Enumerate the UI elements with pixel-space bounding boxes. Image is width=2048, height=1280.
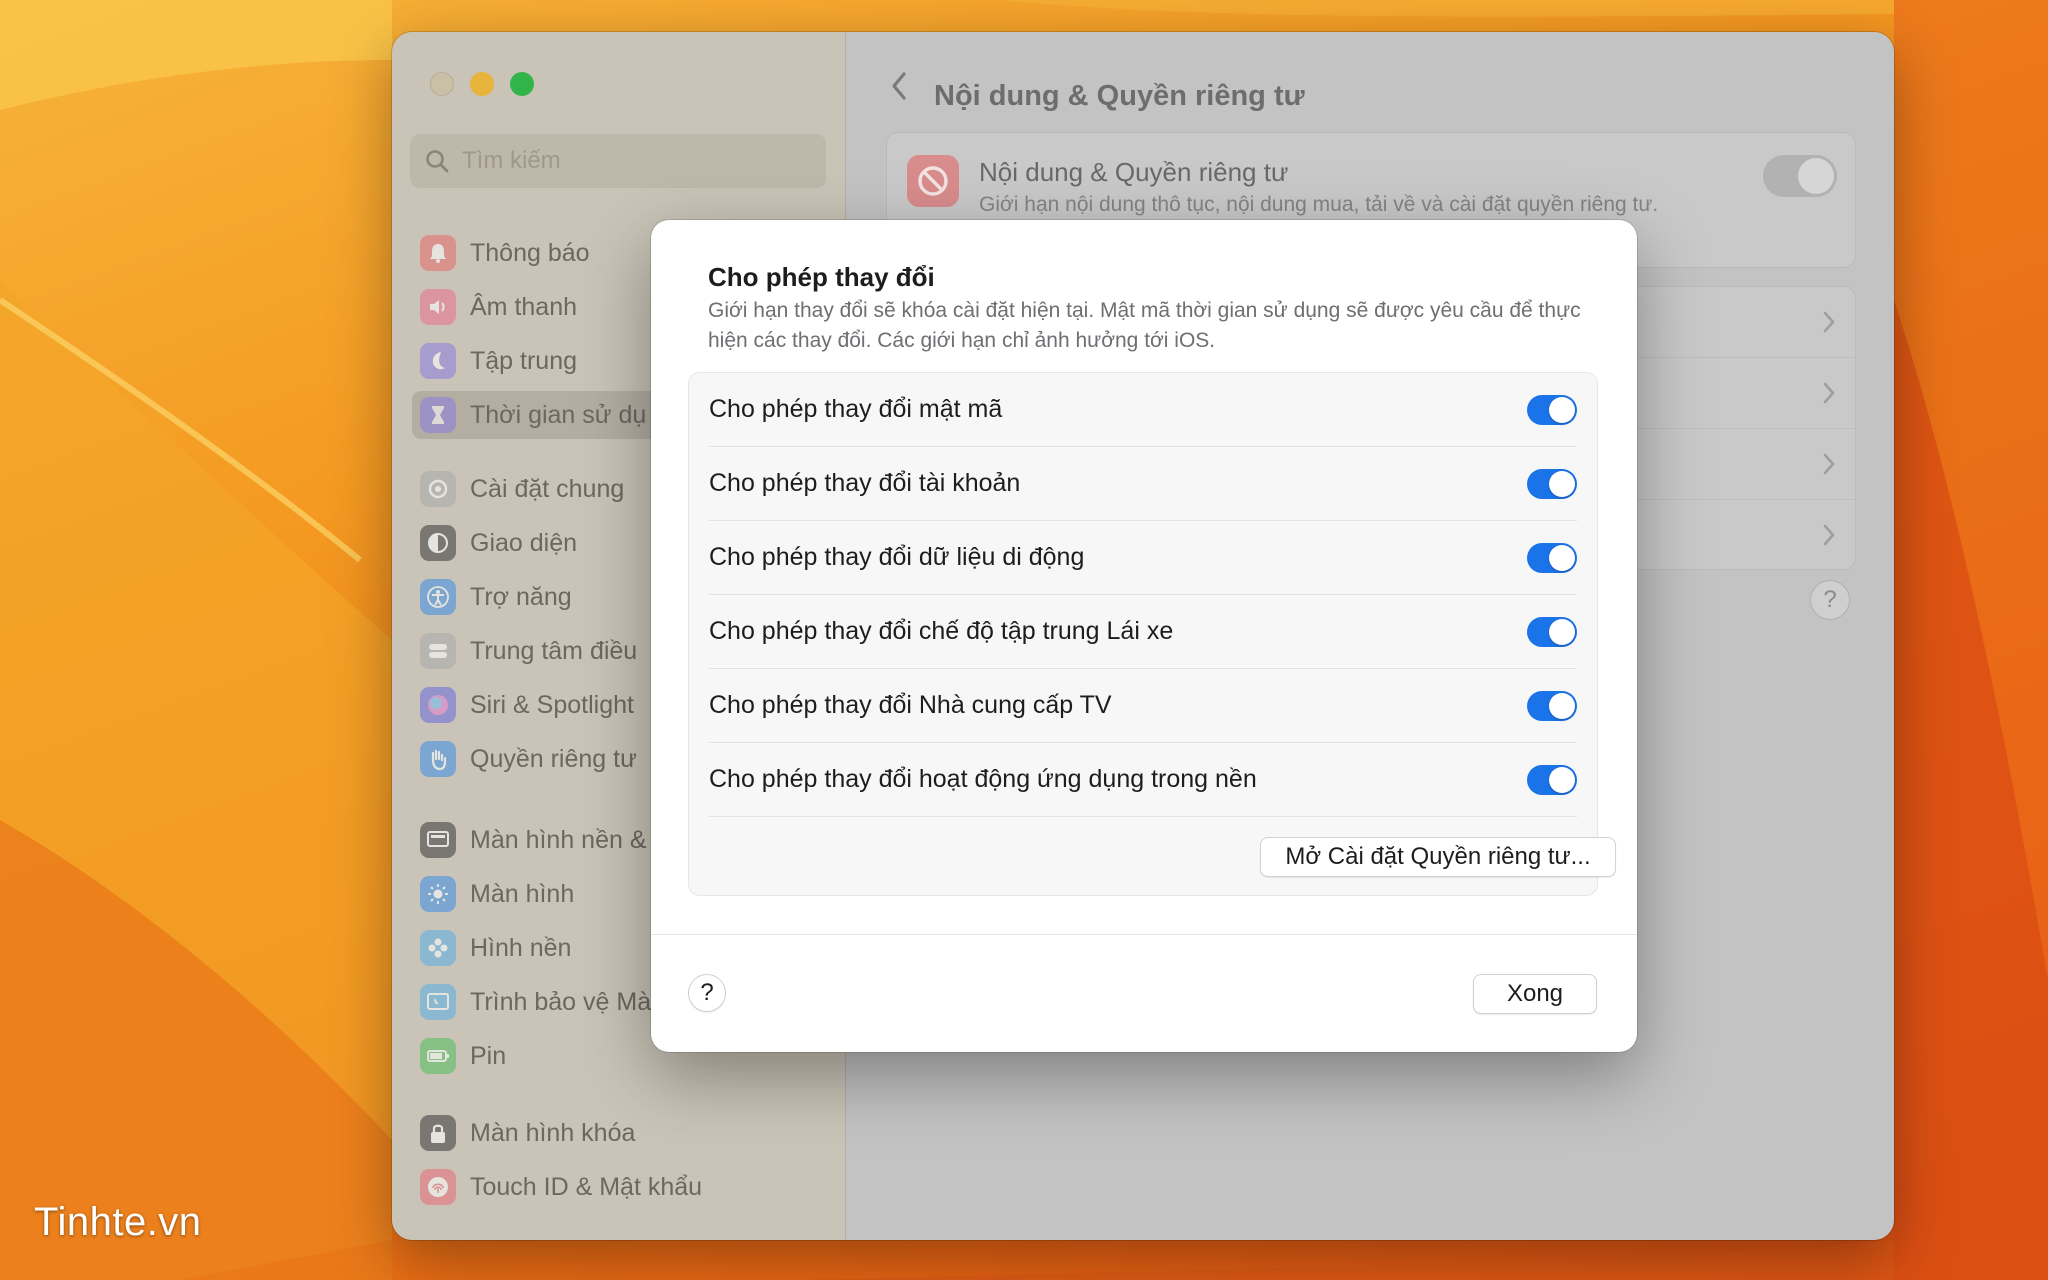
- sidebar-item-label: Thông báo: [470, 238, 590, 267]
- sidebar-item-label: Touch ID & Mật khẩu: [470, 1172, 703, 1201]
- close-window-button[interactable]: [430, 72, 454, 96]
- screensaver-icon: [420, 984, 456, 1020]
- sidebar-item-label: Siri & Spotlight: [470, 690, 634, 719]
- restriction-icon: [907, 155, 959, 207]
- sheet-divider: [651, 934, 1637, 935]
- search-icon: [426, 150, 449, 173]
- sidebar-item-label: Pin: [470, 1041, 507, 1070]
- page-title: Nội dung & Quyền riêng tư: [934, 80, 1305, 112]
- content-privacy-toggle[interactable]: [1763, 155, 1837, 197]
- speaker-icon: [420, 289, 456, 325]
- sidebar-item-label: Thời gian sử dụ: [470, 400, 647, 429]
- back-chevron-icon[interactable]: [884, 66, 914, 106]
- flower-icon: [420, 930, 456, 966]
- option-label: Cho phép thay đổi chế độ tập trung Lái x…: [709, 617, 1174, 645]
- hourglass-icon: [420, 397, 456, 433]
- gear-icon: [420, 471, 456, 507]
- open-privacy-settings-button[interactable]: Mở Cài đặt Quyền riêng tư...: [1260, 837, 1616, 877]
- sidebar-item-label: Quyền riêng tư: [470, 744, 637, 773]
- chevron-right-icon: [1823, 311, 1835, 333]
- sheet-description: Giới hạn thay đổi sẽ khóa cài đặt hiện t…: [708, 299, 1581, 352]
- options-group: Cho phép thay đổi hoạt động ứng dụng tro…: [688, 372, 1616, 896]
- option-toggle[interactable]: [1527, 690, 1577, 721]
- chevron-right-icon: [1823, 382, 1835, 404]
- done-button[interactable]: Xong: [1473, 974, 1597, 1014]
- sidebar-item[interactable]: Touch ID & Mật khẩu: [412, 1163, 832, 1211]
- option-toggle[interactable]: [1527, 468, 1577, 499]
- sidebar-item-label: Màn hình: [470, 879, 575, 908]
- search-field[interactable]: [410, 134, 826, 188]
- option-row: Cho phép thay đổi dữ liệu di động: [709, 521, 1577, 595]
- sidebar-item-label: Hình nền: [470, 933, 572, 962]
- appearance-icon: [420, 525, 456, 561]
- control-center-icon: [420, 633, 456, 669]
- desktop-icon: [420, 822, 456, 858]
- sheet-help-button[interactable]: ?: [688, 974, 726, 1012]
- search-input[interactable]: [462, 147, 802, 175]
- sidebar-item-label: Giao diện: [470, 528, 578, 557]
- option-label: Cho phép thay đổi mật mã: [709, 395, 1003, 423]
- chevron-right-icon: [1823, 524, 1835, 546]
- sidebar-item[interactable]: Màn hình khóa: [412, 1109, 832, 1157]
- sidebar-item-label: Tập trung: [470, 346, 578, 375]
- sidebar-item-label: Âm thanh: [470, 292, 578, 321]
- option-toggle[interactable]: [1527, 616, 1577, 647]
- sidebar-item-label: Trình bảo vệ Mà: [470, 987, 652, 1016]
- watermark: Tinhte.vn: [34, 1200, 202, 1244]
- card-description: Giới hạn nội dung thô tục, nội dung mua,…: [979, 193, 1659, 216]
- sidebar-item-label: Màn hình nền &: [470, 825, 647, 854]
- siri-icon: [420, 687, 456, 723]
- option-row: Cho phép thay đổi Nhà cung cấp TV: [709, 669, 1577, 743]
- window-controls: [430, 72, 534, 96]
- option-label: Cho phép thay đổi dữ liệu di động: [709, 543, 1085, 571]
- option-row: Cho phép thay đổi hoạt động ứng dụng tro…: [709, 743, 1577, 817]
- allow-changes-sheet: Cho phép thay đổi Giới hạn thay đổi sẽ k…: [651, 220, 1637, 1052]
- sheet-title: Cho phép thay đổi: [708, 262, 935, 292]
- option-toggle[interactable]: [1527, 542, 1577, 573]
- option-row: Cho phép thay đổi tài khoản: [709, 447, 1577, 521]
- option-toggle[interactable]: [1527, 394, 1577, 425]
- sidebar-item-label: Trung tâm điều: [470, 636, 638, 665]
- option-label: Cho phép thay đổi Nhà cung cấp TV: [709, 691, 1112, 719]
- sidebar-item-label: Màn hình khóa: [470, 1118, 636, 1147]
- brightness-icon: [420, 876, 456, 912]
- moon-icon: [420, 343, 456, 379]
- option-toggle[interactable]: [1527, 764, 1577, 795]
- option-row: Cho phép thay đổi mật mã: [709, 373, 1577, 447]
- sidebar-item-label: Cài đặt chung: [470, 474, 625, 503]
- option-row: Cho phép thay đổi chế độ tập trung Lái x…: [709, 595, 1577, 669]
- fingerprint-icon: [420, 1169, 456, 1205]
- chevron-right-icon: [1823, 453, 1835, 475]
- lock-icon: [420, 1115, 456, 1151]
- accessibility-icon: [420, 579, 456, 615]
- option-label: Cho phép thay đổi hoạt động ứng dụng tro…: [709, 765, 1257, 793]
- maximize-window-button[interactable]: [510, 72, 534, 96]
- bell-icon: [420, 235, 456, 271]
- sidebar-item-label: Trợ năng: [470, 582, 572, 611]
- card-title: Nội dung & Quyền riêng tư: [979, 157, 1289, 187]
- hand-icon: [420, 741, 456, 777]
- minimize-window-button[interactable]: [470, 72, 494, 96]
- option-label: Cho phép thay đổi tài khoản: [709, 469, 1021, 497]
- battery-icon: [420, 1038, 456, 1074]
- main-help-button[interactable]: ?: [1810, 580, 1850, 620]
